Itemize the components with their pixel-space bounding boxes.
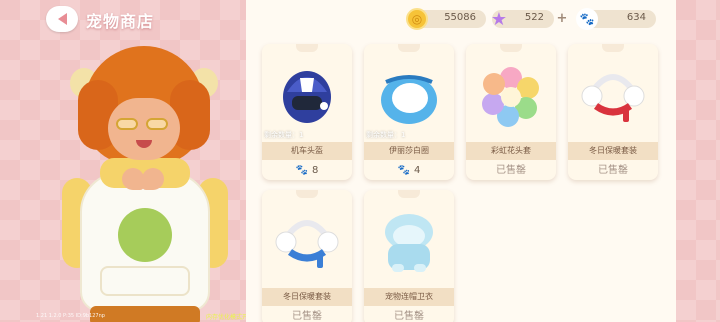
legs: [90, 306, 200, 322]
star-balance: ★ 522: [491, 9, 554, 30]
shop-item-card[interactable]: 剩余数量：1 机车头盔 🐾 8: [262, 44, 352, 180]
back-button[interactable]: [46, 6, 78, 32]
paw-icon: 🐾: [295, 165, 309, 176]
coin-icon: ◎: [406, 8, 428, 30]
glasses: [116, 118, 174, 132]
item-name: 伊丽莎白圈: [364, 142, 454, 160]
remaining-count: 剩余数量：1: [264, 131, 304, 139]
paw-icon: 🐾: [397, 165, 411, 176]
player-avatar: [62, 40, 230, 322]
sold-out-status: 已售罄: [394, 311, 424, 322]
debug-info: 1.21 1.2.0 P:35 ID:9b127np: [36, 313, 105, 319]
shop-item-card[interactable]: 彩虹花头套 已售罄: [466, 44, 556, 180]
page-title: 宠物商店: [86, 12, 155, 31]
item-price: 🐾 8: [295, 165, 319, 176]
item-name: 彩虹花头套: [466, 142, 556, 160]
sold-out-status: 已售罄: [496, 165, 526, 176]
pocket: [100, 266, 190, 296]
paw-icon: 🐾: [576, 8, 598, 30]
add-stars-button[interactable]: +: [555, 12, 569, 26]
shop-item-card[interactable]: 剩余数量：1 伊丽莎白圈 🐾 4: [364, 44, 454, 180]
hoodie-image: [385, 214, 433, 272]
sold-out-status: 已售罄: [598, 165, 628, 176]
winter-set-blue-image: [275, 220, 339, 268]
shop-item-card[interactable]: 冬日保暖套装 已售罄: [262, 190, 352, 322]
shirt-print: [118, 208, 172, 262]
winter-set-image: [581, 74, 645, 122]
helmet-image: [283, 71, 331, 123]
shop-item-card[interactable]: 冬日保暖套装 已售罄: [568, 44, 658, 180]
rainbow-flower-image: [482, 67, 539, 127]
coin-balance: ◎ 55086: [406, 8, 486, 30]
star-icon: ★: [490, 8, 508, 30]
item-name: 冬日保暖套装: [262, 288, 352, 306]
star-value: 522: [524, 12, 544, 23]
item-price: 🐾 4: [397, 165, 421, 176]
shop-item-card[interactable]: 宠物连帽卫衣 已售罄: [364, 190, 454, 322]
paw-balance: 🐾 634: [576, 8, 656, 30]
back-arrow-icon: [57, 13, 67, 25]
sold-out-status: 已售罄: [292, 311, 322, 322]
remaining-count: 剩余数量：1: [366, 131, 406, 139]
coin-value: 55086: [444, 12, 476, 23]
item-name: 机车头盔: [262, 142, 352, 160]
item-name: 冬日保暖套装: [568, 142, 658, 160]
heart-hands: [122, 168, 166, 194]
item-name: 宠物连帽卫衣: [364, 288, 454, 306]
paw-value: 634: [626, 12, 646, 23]
cone-collar-image: [381, 75, 437, 124]
right-edge: [676, 0, 720, 322]
